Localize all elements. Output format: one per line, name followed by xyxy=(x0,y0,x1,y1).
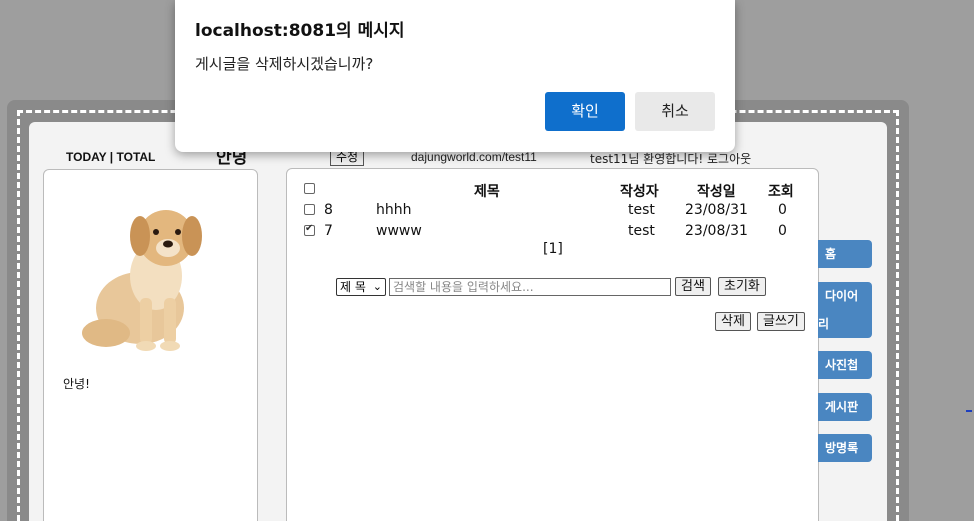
confirm-dialog: localhost:8081의 메시지 게시글을 삭제하시겠습니까? 확인 취소 xyxy=(175,0,735,152)
ok-button[interactable]: 확인 xyxy=(545,92,625,131)
cancel-button[interactable]: 취소 xyxy=(635,92,715,131)
dialog-message: 게시글을 삭제하시겠습니까? xyxy=(195,55,374,73)
dialog-title: localhost:8081의 메시지 xyxy=(195,21,405,41)
